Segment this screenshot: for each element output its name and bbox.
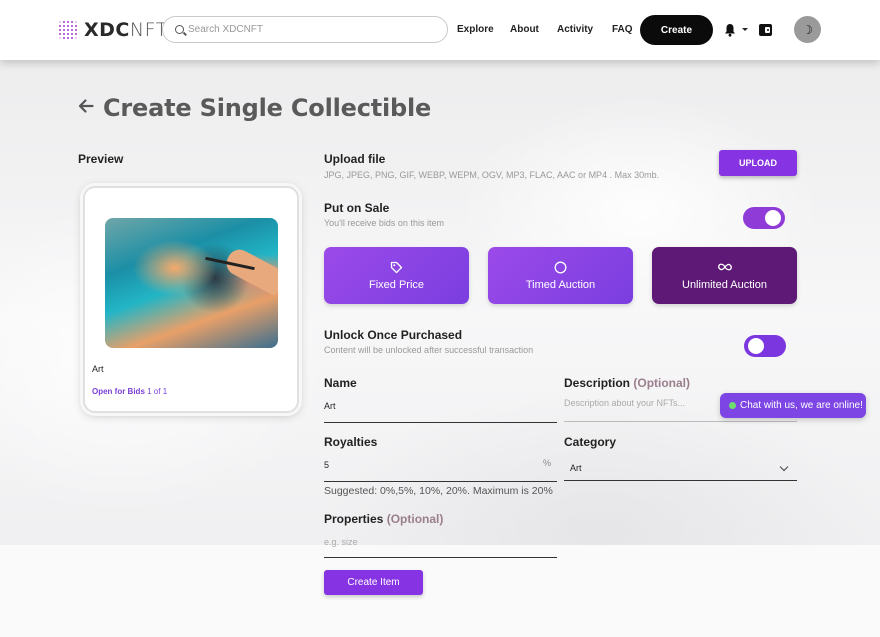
preview-heading: Preview bbox=[78, 152, 124, 166]
timed-auction-label: Timed Auction bbox=[525, 279, 596, 291]
unlimited-auction-option[interactable]: Unlimited Auction bbox=[652, 247, 797, 304]
chat-widget-button[interactable]: Chat with us, we are online! bbox=[720, 393, 866, 418]
put-on-sale-toggle[interactable] bbox=[743, 207, 785, 229]
logo-text: XDCNFT bbox=[84, 19, 168, 41]
online-status-dot bbox=[729, 402, 736, 409]
tag-icon bbox=[390, 261, 403, 273]
wallet-icon[interactable] bbox=[759, 24, 772, 36]
preview-image bbox=[105, 218, 278, 348]
create-item-button[interactable]: Create Item bbox=[324, 570, 423, 595]
properties-underline bbox=[324, 557, 557, 558]
clock-icon bbox=[554, 261, 567, 273]
category-selected-value: Art bbox=[570, 463, 582, 473]
properties-input[interactable] bbox=[324, 537, 554, 547]
search-icon bbox=[175, 25, 184, 34]
bell-icon[interactable] bbox=[724, 23, 736, 37]
back-arrow-icon[interactable] bbox=[78, 98, 94, 114]
description-input[interactable] bbox=[564, 398, 714, 408]
royalties-underline bbox=[324, 481, 557, 482]
nav-faq[interactable]: FAQ bbox=[612, 24, 633, 35]
preview-card: Art Open for Bids 1 of 1 bbox=[83, 186, 299, 413]
theme-toggle-button[interactable]: ☽ bbox=[794, 16, 821, 43]
upload-label: Upload file bbox=[324, 152, 386, 166]
chat-widget-text: Chat with us, we are online! bbox=[740, 400, 863, 411]
royalties-label: Royalties bbox=[324, 435, 378, 449]
description-underline bbox=[564, 421, 797, 422]
fixed-price-option[interactable]: Fixed Price bbox=[324, 247, 469, 304]
page-title: Create Single Collectible bbox=[103, 94, 432, 122]
nav-activity[interactable]: Activity bbox=[557, 24, 593, 35]
royalties-input[interactable] bbox=[324, 460, 524, 470]
top-navbar: XDCNFT Explore About Activity FAQ Create… bbox=[0, 0, 880, 60]
search-input[interactable] bbox=[188, 24, 428, 35]
preview-item-name: Art bbox=[92, 364, 104, 374]
create-button[interactable]: Create bbox=[640, 15, 713, 45]
nav-about[interactable]: About bbox=[510, 24, 539, 35]
put-on-sale-label: Put on Sale bbox=[324, 201, 390, 215]
category-label: Category bbox=[564, 435, 617, 449]
unlock-hint: Content will be unlocked after successfu… bbox=[324, 345, 534, 355]
unlock-label: Unlock Once Purchased bbox=[324, 328, 463, 342]
unlock-toggle[interactable] bbox=[744, 335, 786, 357]
properties-label: Properties (Optional) bbox=[324, 512, 444, 526]
infinity-icon bbox=[717, 263, 732, 271]
description-label: Description (Optional) bbox=[564, 376, 691, 390]
unlimited-auction-label: Unlimited Auction bbox=[682, 279, 767, 291]
logo[interactable]: XDCNFT bbox=[58, 19, 168, 41]
chevron-down-icon[interactable] bbox=[742, 28, 748, 31]
royalties-suggestion: Suggested: 0%,5%, 10%, 20%. Maximum is 2… bbox=[324, 485, 553, 497]
logo-mark-icon bbox=[58, 20, 78, 40]
category-underline bbox=[564, 480, 797, 481]
name-underline bbox=[324, 422, 557, 423]
name-input[interactable] bbox=[324, 401, 554, 411]
royalties-unit: % bbox=[543, 458, 552, 468]
moon-icon: ☽ bbox=[802, 22, 813, 37]
search-box[interactable] bbox=[162, 16, 448, 43]
put-on-sale-hint: You'll receive bids on this item bbox=[324, 218, 444, 228]
nav-explore[interactable]: Explore bbox=[457, 24, 494, 35]
upload-hint: JPG, JPEG, PNG, GIF, WEBP, WEPM, OGV, MP… bbox=[324, 170, 660, 180]
category-select[interactable]: Art bbox=[564, 455, 797, 481]
fixed-price-label: Fixed Price bbox=[368, 279, 425, 291]
timed-auction-option[interactable]: Timed Auction bbox=[488, 247, 633, 304]
upload-button[interactable]: UPLOAD bbox=[719, 150, 797, 176]
preview-status: Open for Bids 1 of 1 bbox=[92, 387, 168, 396]
name-label: Name bbox=[324, 376, 357, 390]
background-lower bbox=[0, 545, 880, 637]
